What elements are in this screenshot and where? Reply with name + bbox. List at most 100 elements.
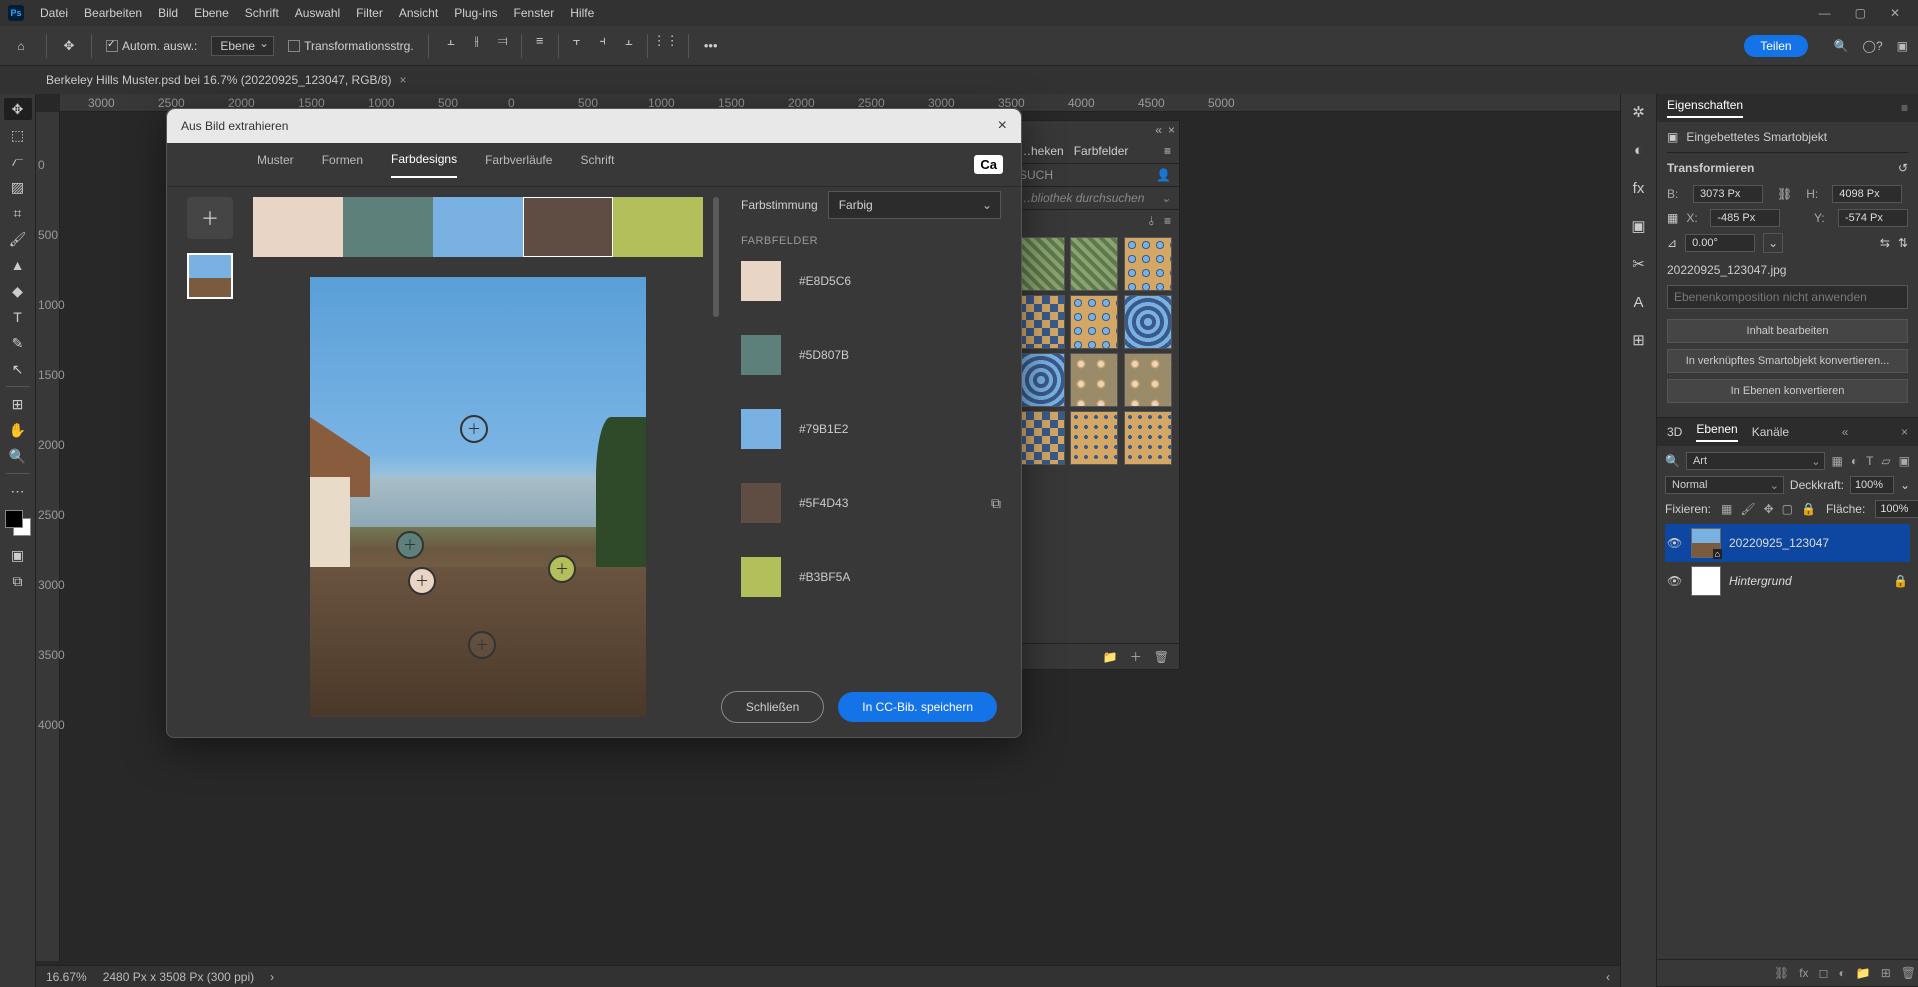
- tab-channels[interactable]: Kanäle: [1752, 425, 1789, 439]
- properties-tab[interactable]: Eigenschaften: [1667, 98, 1743, 118]
- blend-mode-select[interactable]: Normal: [1665, 476, 1784, 494]
- lib-sort-icon[interactable]: ⫰: [1149, 214, 1154, 229]
- visibility-icon[interactable]: 👁: [1667, 574, 1683, 588]
- menu-select[interactable]: Auswahl: [295, 6, 340, 20]
- path-select-tool[interactable]: ↖: [4, 358, 32, 380]
- tab-color-themes[interactable]: Farbdesigns: [391, 152, 457, 178]
- ref-point-icon[interactable]: ▦: [1667, 211, 1678, 225]
- fg-bg-colors[interactable]: [5, 510, 31, 536]
- character-icon[interactable]: A: [1628, 292, 1650, 312]
- palette-swatch[interactable]: [253, 197, 343, 257]
- swatch[interactable]: [741, 335, 781, 375]
- swatch-hex[interactable]: #79B1E2: [799, 422, 848, 436]
- visibility-icon[interactable]: 👁: [1667, 536, 1683, 550]
- edit-toolbar-icon[interactable]: ⋯: [4, 480, 32, 502]
- source-image-thumb[interactable]: [187, 253, 233, 299]
- reset-icon[interactable]: ↺: [1898, 161, 1908, 175]
- swatch-copy-icon[interactable]: ⧉: [991, 495, 1001, 512]
- lib-search-input[interactable]: …bliothek durchsuchen: [1019, 191, 1161, 205]
- distribute-bottom-icon[interactable]: ⫠: [621, 34, 637, 48]
- swatch[interactable]: [741, 483, 781, 523]
- type-tool[interactable]: T: [4, 306, 32, 328]
- swatch[interactable]: [741, 261, 781, 301]
- palette-swatch-selected[interactable]: [523, 197, 613, 257]
- distribute-center-v-icon[interactable]: ⫞: [595, 34, 611, 48]
- swatch-hex[interactable]: #5D807B: [799, 348, 849, 362]
- swatch-hex[interactable]: #B3BF5A: [799, 570, 850, 584]
- menu-view[interactable]: Ansicht: [399, 6, 438, 20]
- mask-icon[interactable]: ◻: [1819, 966, 1829, 980]
- pattern-thumb[interactable]: [1017, 353, 1065, 407]
- lib-tab-libraries[interactable]: …heken: [1019, 144, 1064, 158]
- pattern-thumb[interactable]: [1017, 295, 1065, 349]
- navigator-icon[interactable]: ✲: [1628, 102, 1650, 122]
- move-tool-icon[interactable]: ✥: [61, 39, 77, 53]
- adjustments-icon[interactable]: ◐: [1628, 140, 1650, 160]
- align-left-icon[interactable]: ⫠: [443, 34, 459, 48]
- share-button[interactable]: Teilen: [1744, 35, 1807, 57]
- dialog-close-icon[interactable]: ×: [998, 117, 1007, 135]
- x-input[interactable]: [1710, 209, 1780, 227]
- search-icon[interactable]: 🔍: [1665, 454, 1680, 468]
- palette-swatch[interactable]: [343, 197, 433, 257]
- filter-smart-icon[interactable]: ▣: [1899, 454, 1910, 468]
- color-picker-handle[interactable]: ＋: [396, 531, 424, 559]
- new-layer-icon[interactable]: ⊞: [1881, 966, 1891, 980]
- tab-layers[interactable]: Ebenen: [1696, 422, 1737, 442]
- transform-controls-checkbox[interactable]: Transformationsstrg.: [288, 39, 414, 53]
- color-picker-handle[interactable]: ＋: [460, 415, 488, 443]
- fill-input[interactable]: [1875, 500, 1918, 518]
- layer-name[interactable]: 20220925_123047: [1729, 536, 1908, 550]
- zoom-tool[interactable]: 🔍: [4, 445, 32, 467]
- panel-menu-icon[interactable]: ≡: [1901, 101, 1908, 115]
- layer-row-1[interactable]: 👁 20220925_123047: [1665, 524, 1910, 562]
- filter-pixel-icon[interactable]: ▦: [1831, 454, 1842, 468]
- chevron-down-icon[interactable]: ⌄: [1161, 191, 1171, 205]
- add-image-button[interactable]: ＋: [187, 197, 233, 239]
- menu-layer[interactable]: Ebene: [194, 6, 229, 20]
- move-tool[interactable]: ✥: [4, 98, 32, 120]
- filter-shape-icon[interactable]: ▱: [1881, 454, 1890, 468]
- menu-edit[interactable]: Bearbeiten: [84, 6, 142, 20]
- distribute-top-icon[interactable]: ⫟: [569, 34, 585, 48]
- pattern-thumb[interactable]: [1124, 237, 1172, 291]
- document-tab[interactable]: Berkeley Hills Muster.psd bei 16.7% (202…: [46, 73, 392, 87]
- lock-pos-icon[interactable]: ✥: [1764, 502, 1774, 516]
- swatch[interactable]: [741, 409, 781, 449]
- marquee-tool[interactable]: ⬚: [4, 124, 32, 146]
- source-image[interactable]: ＋ ＋ ＋ ＋ ＋: [310, 277, 646, 717]
- brush-tool[interactable]: 🖌: [4, 228, 32, 250]
- layer-comp-select[interactable]: Ebenenkomposition nicht anwenden: [1667, 285, 1908, 309]
- lock-artboard-icon[interactable]: ▢: [1782, 502, 1793, 516]
- color-picker-handle[interactable]: ＋: [408, 567, 436, 595]
- convert-layers-button[interactable]: In Ebenen konvertieren: [1667, 379, 1908, 403]
- pattern-thumb[interactable]: [1070, 353, 1118, 407]
- status-chevron-icon[interactable]: ›: [270, 970, 274, 984]
- zoom-value[interactable]: 16.67%: [46, 970, 87, 984]
- opacity-input[interactable]: [1850, 476, 1894, 494]
- pattern-thumb[interactable]: [1070, 295, 1118, 349]
- hand-tool[interactable]: ✋: [4, 419, 32, 441]
- lock-pixels-icon[interactable]: ▦: [1721, 502, 1732, 516]
- lib-folder-icon[interactable]: 📁: [1103, 650, 1118, 664]
- width-input[interactable]: [1693, 185, 1763, 203]
- menu-image[interactable]: Bild: [158, 6, 178, 20]
- eraser-tool[interactable]: ◆: [4, 280, 32, 302]
- layer-thumb[interactable]: [1691, 566, 1721, 596]
- help-icon[interactable]: ◯?: [1863, 39, 1883, 53]
- lib-add-icon[interactable]: ＋: [1130, 648, 1142, 665]
- pattern-thumb[interactable]: [1070, 411, 1118, 465]
- swatch-hex[interactable]: #E8D5C6: [799, 274, 851, 288]
- paragraph-icon[interactable]: ⊞: [1628, 330, 1650, 350]
- height-input[interactable]: [1832, 185, 1902, 203]
- lasso-tool[interactable]: ⦧: [4, 150, 32, 172]
- lock-icon[interactable]: 🔒: [1893, 574, 1908, 588]
- tab-type[interactable]: Schrift: [580, 153, 614, 177]
- menu-help[interactable]: Hilfe: [570, 6, 594, 20]
- workspace-icon[interactable]: ▣: [1897, 39, 1908, 53]
- y-input[interactable]: [1838, 209, 1908, 227]
- lib-tab-swatches[interactable]: Farbfelder: [1074, 144, 1129, 158]
- swatch-hex[interactable]: #5F4D43: [799, 496, 848, 510]
- layer-name[interactable]: Hintergrund: [1729, 574, 1885, 588]
- menu-filter[interactable]: Filter: [356, 6, 383, 20]
